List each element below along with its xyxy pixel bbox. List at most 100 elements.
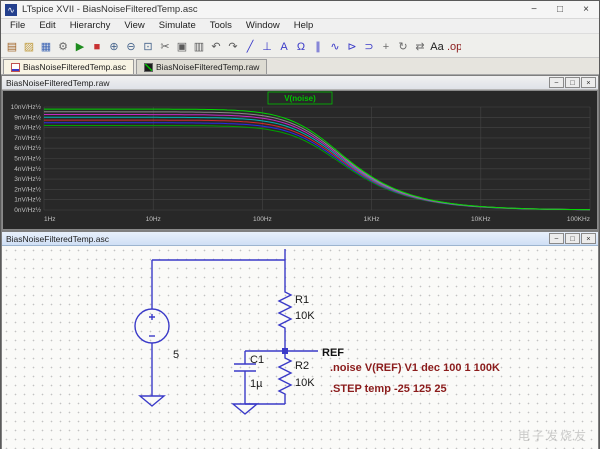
halt-icon[interactable]: ■ [89, 36, 105, 56]
new-schematic-icon[interactable]: ▤ [4, 36, 20, 56]
v1-value-label[interactable]: 5 [173, 349, 179, 361]
cut-icon[interactable]: ✂ [157, 36, 173, 56]
place-component-icon[interactable]: ⊃ [361, 36, 377, 56]
toolbar: ▤▨▦⚙▶■⊕⊖⊡✂▣▥↶↷╱⊥AΩ∥∿⊳⊃+↻⇄Aa.op [1, 34, 599, 58]
menu-tools[interactable]: Tools [203, 19, 239, 33]
r1-value-label[interactable]: 10K [295, 310, 315, 322]
trace-legend[interactable]: V(noise) [284, 94, 316, 103]
wires[interactable] [152, 249, 318, 404]
x-axis-label: 1KHz [364, 216, 380, 223]
schematic-window-title: BiasNoiseFilteredTemp.asc [6, 234, 548, 244]
r1-name-label[interactable]: R1 [295, 294, 309, 306]
y-axis-label: 10nV/Hz½ [11, 103, 42, 111]
watermark: 电子发烧友 [518, 427, 588, 444]
menu-edit[interactable]: Edit [32, 19, 62, 33]
waveform-close-button[interactable]: × [581, 77, 596, 88]
menu-window[interactable]: Window [239, 19, 287, 33]
menu-view[interactable]: View [117, 19, 151, 33]
schematic-file-icon [11, 63, 20, 72]
menu-simulate[interactable]: Simulate [152, 19, 203, 33]
draw-wire-icon[interactable]: ╱ [242, 36, 258, 56]
schematic-window-titlebar: BiasNoiseFilteredTemp.asc − □ × [2, 232, 598, 246]
tab-bar: BiasNoiseFilteredTemp.asc BiasNoiseFilter… [1, 58, 599, 75]
close-button[interactable]: × [573, 1, 599, 18]
tab-label: BiasNoiseFilteredTemp.raw [156, 62, 259, 72]
schematic-close-button[interactable]: × [581, 233, 596, 244]
y-axis-label: 0nV/Hz½ [14, 206, 41, 214]
move-icon[interactable]: + [378, 36, 394, 56]
mirror-icon[interactable]: ⇄ [412, 36, 428, 56]
zoom-in-icon[interactable]: ⊕ [106, 36, 122, 56]
rotate-icon[interactable]: ↻ [395, 36, 411, 56]
y-axis-label: 2nV/Hz½ [14, 185, 41, 193]
app-icon: ∿ [5, 4, 17, 16]
tab-BiasNoiseFilteredTemp.raw[interactable]: BiasNoiseFilteredTemp.raw [136, 59, 267, 74]
app-window: ∿ LTspice XVII - BiasNoiseFilteredTemp.a… [0, 0, 600, 449]
place-ground-icon[interactable]: ⊥ [259, 36, 275, 56]
copy-icon[interactable]: ▣ [174, 36, 190, 56]
node-junction-dot [282, 348, 288, 354]
menu-file[interactable]: File [3, 19, 32, 33]
place-capacitor-icon[interactable]: ∥ [310, 36, 326, 56]
menu-help[interactable]: Help [287, 19, 321, 33]
spice-directive-icon[interactable]: .op [446, 36, 462, 56]
zoom-full-extents-icon[interactable]: ⊡ [140, 36, 156, 56]
waveform-plot[interactable]: 10nV/Hz½9nV/Hz½8nV/Hz½7nV/Hz½6nV/Hz½5nV/… [2, 90, 598, 230]
x-axis-label: 100Hz [253, 216, 272, 223]
resistor-r2[interactable] [279, 351, 291, 404]
voltage-source-v1[interactable] [135, 309, 169, 343]
restore-button[interactable]: □ [547, 1, 573, 18]
waveform-window-titlebar: BiasNoiseFilteredTemp.raw − □ × [2, 76, 598, 90]
y-axis-label: 4nV/Hz½ [14, 165, 41, 173]
r2-value-label[interactable]: 10K [295, 377, 315, 389]
schematic-canvas[interactable]: 5 R1 10K R2 10K C1 1µ REF .noise V(REF) … [2, 246, 598, 449]
y-axis-label: 8nV/Hz½ [14, 124, 41, 132]
paste-icon[interactable]: ▥ [191, 36, 207, 56]
place-text-icon[interactable]: Aa [429, 36, 445, 56]
control-panel-icon[interactable]: ⚙ [55, 36, 71, 56]
schematic-window: BiasNoiseFilteredTemp.asc − □ × [1, 231, 599, 449]
c1-name-label[interactable]: C1 [250, 354, 264, 366]
y-axis-label: 7nV/Hz½ [14, 134, 41, 142]
waveform-window-title: BiasNoiseFilteredTemp.raw [6, 78, 548, 88]
x-axis-label: 100KHz [567, 216, 590, 223]
waveform-file-icon [144, 63, 153, 72]
y-axis-label: 6nV/Hz½ [14, 144, 41, 152]
schematic-restore-button[interactable]: □ [565, 233, 580, 244]
y-axis-label: 1nV/Hz½ [14, 196, 41, 204]
undo-icon[interactable]: ↶ [208, 36, 224, 56]
x-axis-label: 10KHz [471, 216, 491, 223]
place-resistor-icon[interactable]: Ω [293, 36, 309, 56]
c1-value-label[interactable]: 1µ [250, 378, 263, 390]
r2-name-label[interactable]: R2 [295, 360, 309, 372]
tab-label: BiasNoiseFilteredTemp.asc [23, 62, 126, 72]
redo-icon[interactable]: ↷ [225, 36, 241, 56]
save-icon[interactable]: ▦ [38, 36, 54, 56]
open-file-icon[interactable]: ▨ [21, 36, 37, 56]
x-axis-label: 1Hz [44, 216, 56, 223]
place-inductor-icon[interactable]: ∿ [327, 36, 343, 56]
place-label-icon[interactable]: A [276, 36, 292, 56]
x-axis-label: 10Hz [146, 216, 161, 223]
title-bar: ∿ LTspice XVII - BiasNoiseFilteredTemp.a… [1, 1, 599, 19]
resistor-r1[interactable] [279, 286, 291, 334]
menu-bar: FileEditHierarchyViewSimulateToolsWindow… [1, 19, 599, 34]
y-axis-label: 9nV/Hz½ [14, 113, 41, 121]
place-diode-icon[interactable]: ⊳ [344, 36, 360, 56]
minimize-button[interactable]: − [521, 1, 547, 18]
menu-hierarchy[interactable]: Hierarchy [63, 19, 118, 33]
waveform-minimize-button[interactable]: − [549, 77, 564, 88]
zoom-out-icon[interactable]: ⊖ [123, 36, 139, 56]
waveform-restore-button[interactable]: □ [565, 77, 580, 88]
y-axis-label: 3nV/Hz½ [14, 175, 41, 183]
run-icon[interactable]: ▶ [72, 36, 88, 56]
ground-symbol-rc[interactable] [233, 404, 257, 414]
tab-BiasNoiseFilteredTemp.asc[interactable]: BiasNoiseFilteredTemp.asc [3, 59, 134, 74]
ground-symbol-v1[interactable] [140, 396, 164, 406]
waveform-window: BiasNoiseFilteredTemp.raw − □ × 10nV/Hz½… [1, 75, 599, 231]
window-title: LTspice XVII - BiasNoiseFilteredTemp.asc [22, 4, 521, 15]
noise-directive[interactable]: .noise V(REF) V1 dec 100 1 100K [330, 362, 500, 374]
ref-node-label[interactable]: REF [322, 347, 344, 359]
schematic-minimize-button[interactable]: − [549, 233, 564, 244]
step-directive[interactable]: .STEP temp -25 125 25 [330, 383, 447, 395]
